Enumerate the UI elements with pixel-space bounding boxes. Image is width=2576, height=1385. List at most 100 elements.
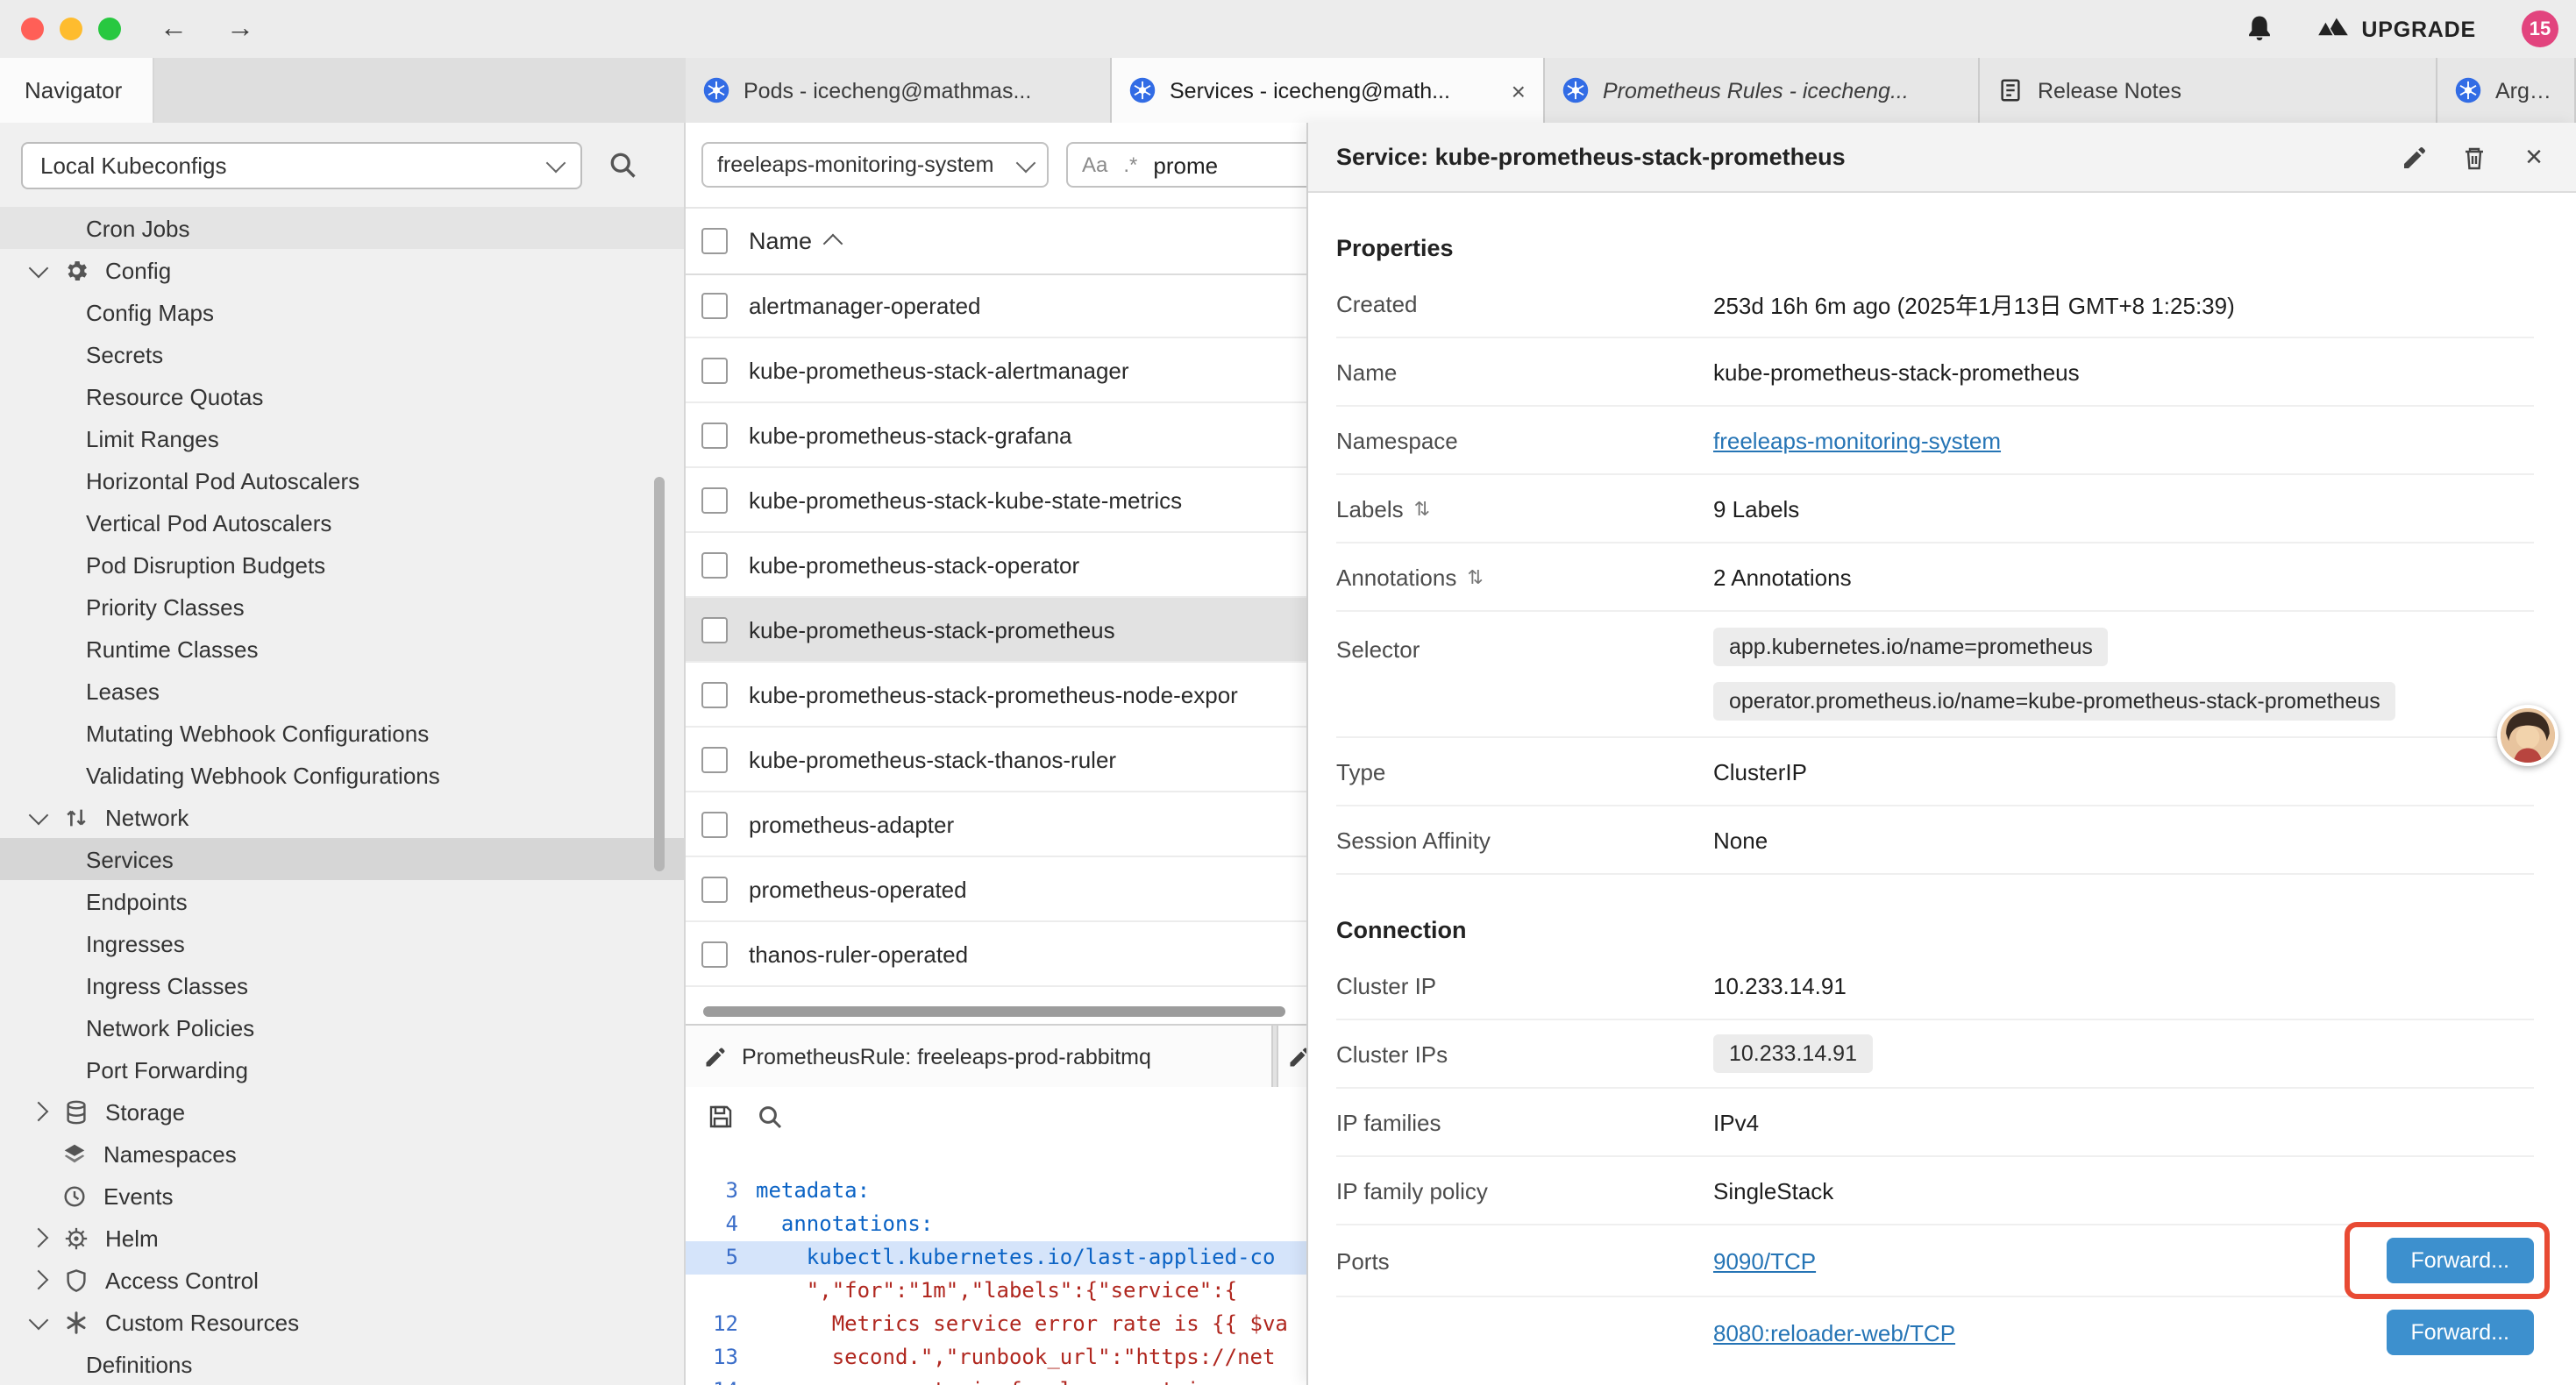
sidebar-toolbar: Local Kubeconfigs [0,123,684,207]
table-row[interactable]: kube-prometheus-stack-thanos-ruler [686,728,1306,792]
tab-argo[interactable]: Argo S [2437,58,2576,123]
sidebar-group-access-control[interactable]: Access Control [0,1259,684,1301]
yaml-editor[interactable]: 3metadata: 4 annotations: 5 kubectl.kube… [686,1147,1306,1385]
sidebar-item-vertical-pod-autoscalers[interactable]: Vertical Pod Autoscalers [0,501,684,543]
tab-services[interactable]: Services - icecheng@math... × [1112,58,1545,123]
row-checkbox[interactable] [701,551,728,578]
sidebar-item-runtime-classes[interactable]: Runtime Classes [0,628,684,670]
sidebar-item-validating-webhook-configurations[interactable]: Validating Webhook Configurations [0,754,684,796]
sidebar-group-custom-resources[interactable]: Custom Resources [0,1301,684,1343]
upgrade-button[interactable]: UPGRADE [2316,16,2476,42]
sidebar-item-resource-quotas[interactable]: Resource Quotas [0,375,684,417]
sidebar-item-services[interactable]: Services [0,838,684,880]
sidebar-item-mutating-webhook-configurations[interactable]: Mutating Webhook Configurations [0,712,684,754]
window-close-button[interactable] [21,18,44,40]
table-row[interactable]: prometheus-operated [686,857,1306,922]
property-value: kube-prometheus-stack-prometheus [1713,359,2080,385]
sidebar-item-priority-classes[interactable]: Priority Classes [0,586,684,628]
sidebar-item-horizontal-pod-autoscalers[interactable]: Horizontal Pod Autoscalers [0,459,684,501]
user-avatar[interactable] [2497,705,2558,766]
sidebar-item-ingress-classes[interactable]: Ingress Classes [0,964,684,1006]
row-checkbox[interactable] [701,811,728,837]
sidebar-item-cron-jobs[interactable]: Cron Jobs [0,207,684,249]
sidebar-item-port-forwarding[interactable]: Port Forwarding [0,1048,684,1090]
sidebar-item-endpoints[interactable]: Endpoints [0,880,684,922]
search-icon[interactable] [607,149,638,181]
tab-prometheus-rules[interactable]: Prometheus Rules - icecheng... [1545,58,1980,123]
tab-release-notes[interactable]: Release Notes [1980,58,2437,123]
sidebar-item-events[interactable]: Events [0,1175,684,1217]
table-row[interactable]: alertmanager-operated [686,273,1306,338]
window-zoom-button[interactable] [98,18,121,40]
search-input[interactable]: Aa .* prome [1066,142,1306,188]
forward-arrow-icon[interactable]: → [226,15,254,43]
row-checkbox[interactable] [701,681,728,707]
dock-tab-prometheusrule[interactable]: PrometheusRule: freeleaps-prod-rabbitmq [686,1026,1273,1089]
table-row-selected[interactable]: kube-prometheus-stack-prometheus [686,598,1306,663]
close-icon[interactable]: × [2520,143,2548,171]
sidebar-item-namespaces[interactable]: Namespaces [0,1133,684,1175]
service-name: kube-prometheus-stack-prometheus [749,616,1115,643]
delete-trash-icon[interactable] [2460,143,2488,171]
select-all-checkbox[interactable] [701,227,728,253]
expand-toggle-icon[interactable]: ⇅ [1414,497,1430,520]
sidebar-item-secrets[interactable]: Secrets [0,333,684,375]
sidebar-scrollbar[interactable] [654,477,665,871]
name-column-header[interactable]: Name [749,227,812,253]
close-icon[interactable]: × [1494,76,1526,104]
search-icon[interactable] [756,1103,784,1131]
row-checkbox[interactable] [701,292,728,318]
table-row[interactable]: kube-prometheus-stack-kube-state-metrics [686,468,1306,533]
row-checkbox[interactable] [701,422,728,448]
row-checkbox[interactable] [701,616,728,643]
sidebar-group-helm[interactable]: Helm [0,1217,684,1259]
sidebar-item-leases[interactable]: Leases [0,670,684,712]
navigator-tab[interactable]: Navigator [0,58,154,123]
row-checkbox[interactable] [701,357,728,383]
port-link-9090[interactable]: 9090/TCP [1713,1247,1816,1274]
dock-tab-partial[interactable] [1277,1026,1306,1089]
row-checkbox[interactable] [701,876,728,902]
regex-toggle[interactable]: .* [1123,153,1137,177]
sidebar-item-network-policies[interactable]: Network Policies [0,1006,684,1048]
sidebar-item-pod-disruption-budgets[interactable]: Pod Disruption Budgets [0,543,684,586]
sidebar-group-config[interactable]: Config [0,249,684,291]
sidebar-item-ingresses[interactable]: Ingresses [0,922,684,964]
service-name: kube-prometheus-stack-kube-state-metrics [749,487,1182,513]
row-checkbox[interactable] [701,487,728,513]
sidebar-item-limit-ranges[interactable]: Limit Ranges [0,417,684,459]
namespace-link[interactable]: freeleaps-monitoring-system [1713,427,2001,453]
table-row[interactable]: prometheus-adapter [686,792,1306,857]
expand-toggle-icon[interactable]: ⇅ [1467,565,1483,588]
namespace-selector[interactable]: freeleaps-monitoring-system [701,142,1049,188]
kubernetes-icon [703,77,729,103]
row-checkbox[interactable] [701,941,728,967]
line-number [686,1275,756,1308]
sidebar-item-definitions[interactable]: Definitions [0,1343,684,1385]
tab-pods[interactable]: Pods - icecheng@mathmas... [686,58,1112,123]
match-case-toggle[interactable]: Aa [1082,153,1107,177]
notification-count-badge[interactable]: 15 [2522,11,2558,47]
sidebar-item-config-maps[interactable]: Config Maps [0,291,684,333]
sidebar-group-network[interactable]: Network [0,796,684,838]
property-label: Ports [1336,1247,1713,1274]
table-row[interactable]: kube-prometheus-stack-operator [686,533,1306,598]
table-row[interactable]: kube-prometheus-stack-grafana [686,403,1306,468]
scrollbar-thumb[interactable] [703,1006,1285,1017]
sidebar-item-label: Network Policies [86,1014,254,1041]
horizontal-scrollbar[interactable] [686,1003,1306,1020]
table-row[interactable]: kube-prometheus-stack-alertmanager [686,338,1306,403]
port-link-8080[interactable]: 8080:reloader-web/TCP [1713,1319,1955,1346]
forward-button[interactable]: Forward... [2386,1310,2534,1355]
forward-button[interactable]: Forward... [2386,1238,2534,1283]
row-checkbox[interactable] [701,746,728,772]
table-row[interactable]: kube-prometheus-stack-prometheus-node-ex… [686,663,1306,728]
table-row[interactable]: thanos-ruler-operated [686,922,1306,987]
save-icon[interactable] [707,1103,735,1131]
edit-pencil-icon[interactable] [2401,143,2429,171]
notifications-bell-icon[interactable] [2244,14,2274,44]
kubeconfig-selector[interactable]: Local Kubeconfigs [21,141,582,188]
window-minimize-button[interactable] [60,18,82,40]
back-arrow-icon[interactable]: ← [160,15,188,43]
sidebar-group-storage[interactable]: Storage [0,1090,684,1133]
